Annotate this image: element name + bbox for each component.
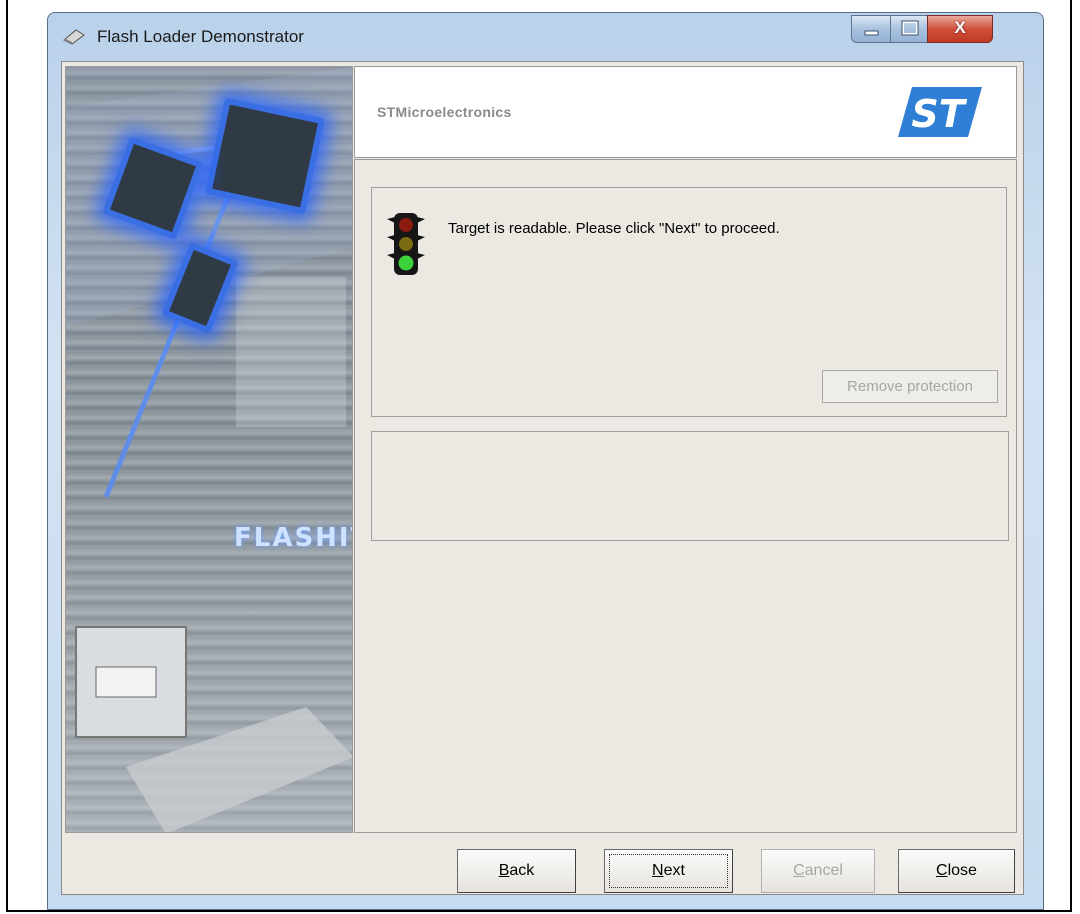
banner-caption: FLASHIT bbox=[234, 523, 352, 553]
close-window-button[interactable]: X bbox=[927, 15, 993, 43]
minimize-icon bbox=[864, 30, 879, 36]
title-bar[interactable]: Flash Loader Demonstrator X bbox=[48, 13, 1043, 63]
header-panel: STMicroelectronics ST bbox=[354, 66, 1017, 158]
app-window: Flash Loader Demonstrator X FLASHI STMic… bbox=[47, 12, 1044, 910]
content-panel: Target is readable. Please click "Next" … bbox=[354, 159, 1017, 833]
svg-text:ST: ST bbox=[911, 92, 967, 136]
info-group bbox=[371, 431, 1009, 541]
status-message: Target is readable. Please click "Next" … bbox=[448, 220, 780, 237]
side-banner-image: FLASHIT bbox=[65, 66, 353, 833]
status-group: Target is readable. Please click "Next" … bbox=[371, 187, 1007, 417]
remove-protection-button[interactable]: Remove protection bbox=[822, 370, 998, 403]
company-name: STMicroelectronics bbox=[377, 104, 512, 120]
chip-image bbox=[204, 97, 326, 215]
close-icon: X bbox=[954, 18, 966, 37]
cancel-button[interactable]: Cancel bbox=[761, 849, 875, 893]
window-title: Flash Loader Demonstrator bbox=[97, 27, 304, 46]
close-button[interactable]: Close bbox=[898, 849, 1015, 893]
traffic-light-icon bbox=[387, 213, 425, 275]
minimize-button[interactable] bbox=[851, 15, 891, 43]
st-logo: ST bbox=[898, 87, 982, 137]
next-button[interactable]: Next bbox=[604, 849, 733, 893]
maximize-button[interactable] bbox=[890, 15, 928, 43]
maximize-icon bbox=[901, 20, 919, 36]
back-button[interactable]: Back bbox=[457, 849, 576, 893]
app-icon bbox=[63, 29, 85, 45]
wizard-client-area: FLASHIT STMicroelectronics ST Target is … bbox=[61, 61, 1024, 895]
